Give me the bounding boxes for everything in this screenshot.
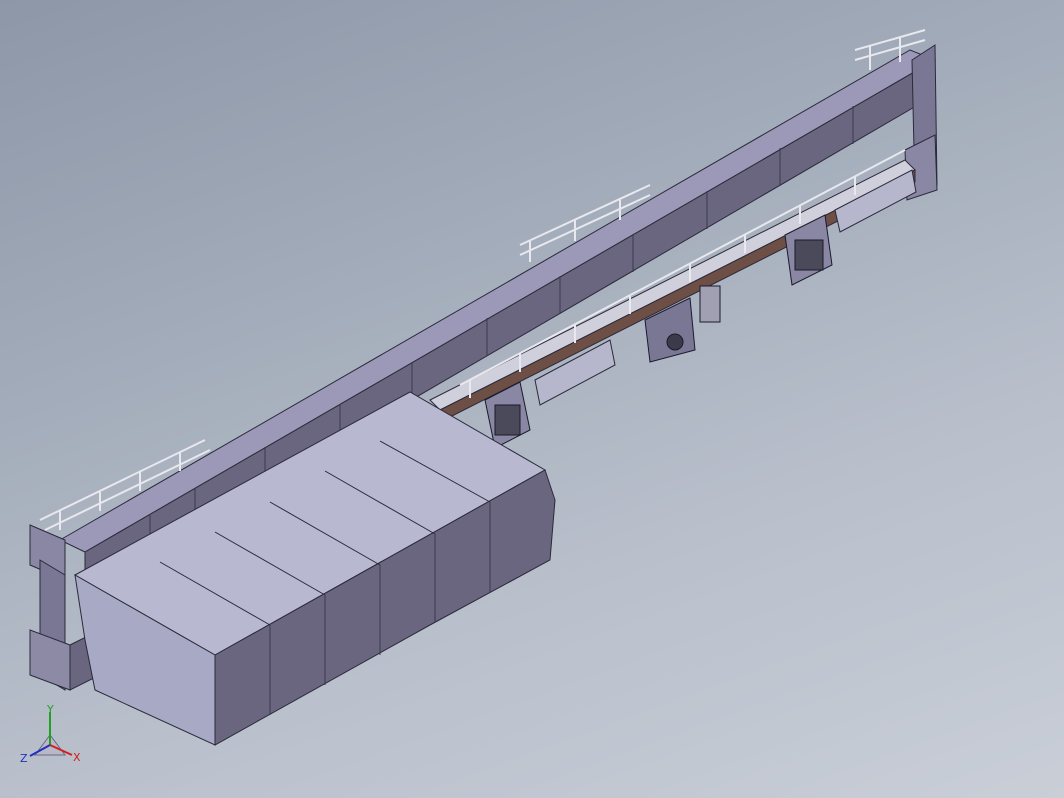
axis-triad: Y X Z	[20, 703, 81, 765]
x-axis-label: X	[73, 751, 81, 764]
graphics-viewport[interactable]: Y X Z	[0, 0, 1064, 798]
y-axis-label: Y	[46, 703, 54, 716]
3d-model-view[interactable]: Y X Z	[0, 0, 1064, 798]
enclosure-box[interactable]	[73, 391, 556, 746]
z-axis-label: Z	[20, 752, 28, 765]
